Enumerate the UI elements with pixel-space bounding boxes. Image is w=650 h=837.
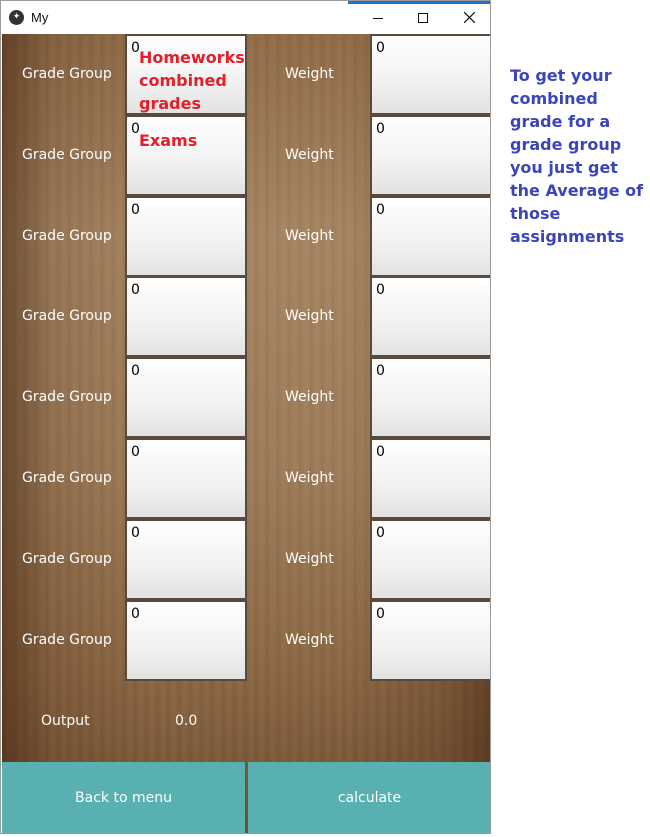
weight-label: Weight (285, 147, 334, 163)
grade-group-label: Grade Group (22, 389, 112, 405)
grade-group-label: Grade Group (22, 147, 112, 163)
weight-value: 0 (376, 40, 385, 56)
weight-input[interactable]: 0 (370, 196, 490, 277)
weight-input[interactable]: 0 (370, 34, 490, 115)
grade-group-value: 0 (131, 444, 140, 460)
grade-group-value: 0 (131, 202, 140, 218)
form-area: Grade Group 0 Homeworks combined grades Wei… (2, 34, 490, 833)
weight-value: 0 (376, 444, 385, 460)
grade-group-value: 0 (131, 606, 140, 622)
grade-group-input[interactable]: 0 (125, 196, 247, 277)
title-bar: ✦ My (1, 1, 490, 34)
output-value: 0.0 (175, 713, 198, 729)
grade-group-value: 0 (131, 525, 140, 541)
calculate-button[interactable]: calculate (248, 762, 490, 833)
title-bar-accent (348, 1, 490, 4)
grade-group-annotation: Homeworks combined grades (139, 48, 245, 113)
weight-value: 0 (376, 282, 385, 298)
weight-input[interactable]: 0 (370, 600, 490, 681)
grade-group-label: Grade Group (22, 632, 112, 648)
side-annotation: To get your combined grade for a grade g… (510, 66, 644, 246)
output-label: Output (41, 713, 90, 729)
weight-label: Weight (285, 551, 334, 567)
weight-value: 0 (376, 202, 385, 218)
weight-value: 0 (376, 606, 385, 622)
weight-label: Weight (285, 66, 334, 82)
weight-value: 0 (376, 121, 385, 137)
weight-value: 0 (376, 363, 385, 379)
kivy-icon: ✦ (9, 10, 24, 25)
weight-input[interactable]: 0 (370, 276, 490, 357)
grade-group-label: Grade Group (22, 470, 112, 486)
grade-group-label: Grade Group (22, 308, 112, 324)
grade-group-value: 0 (131, 282, 140, 298)
weight-input[interactable]: 0 (370, 357, 490, 438)
grade-group-label: Grade Group (22, 228, 112, 244)
weight-label: Weight (285, 632, 334, 648)
maximize-icon[interactable] (400, 1, 446, 34)
weight-input[interactable]: 0 (370, 519, 490, 600)
grade-group-input[interactable]: 0 (125, 438, 247, 519)
grade-group-input[interactable]: 0 (125, 600, 247, 681)
close-icon[interactable] (446, 1, 490, 34)
grade-group-annotation: Exams (139, 131, 198, 150)
minimize-icon[interactable] (355, 1, 401, 34)
weight-label: Weight (285, 470, 334, 486)
grade-group-input[interactable]: 0 (125, 519, 247, 600)
grade-group-input[interactable]: 0 Homeworks combined grades (125, 34, 247, 115)
weight-input[interactable]: 0 (370, 438, 490, 519)
weight-value: 0 (376, 525, 385, 541)
grade-group-label: Grade Group (22, 551, 112, 567)
weight-label: Weight (285, 228, 334, 244)
grade-group-input[interactable]: 0 (125, 276, 247, 357)
grade-group-input[interactable]: 0 Exams (125, 115, 247, 196)
app-window: ✦ My Grade Group 0 Homeworks combined grad… (0, 0, 491, 834)
grade-group-input[interactable]: 0 (125, 357, 247, 438)
weight-input[interactable]: 0 (370, 115, 490, 196)
weight-label: Weight (285, 389, 334, 405)
window-title: My (31, 10, 49, 25)
weight-label: Weight (285, 308, 334, 324)
back-to-menu-button[interactable]: Back to menu (2, 762, 245, 833)
grade-group-value: 0 (131, 363, 140, 379)
grade-group-label: Grade Group (22, 66, 112, 82)
